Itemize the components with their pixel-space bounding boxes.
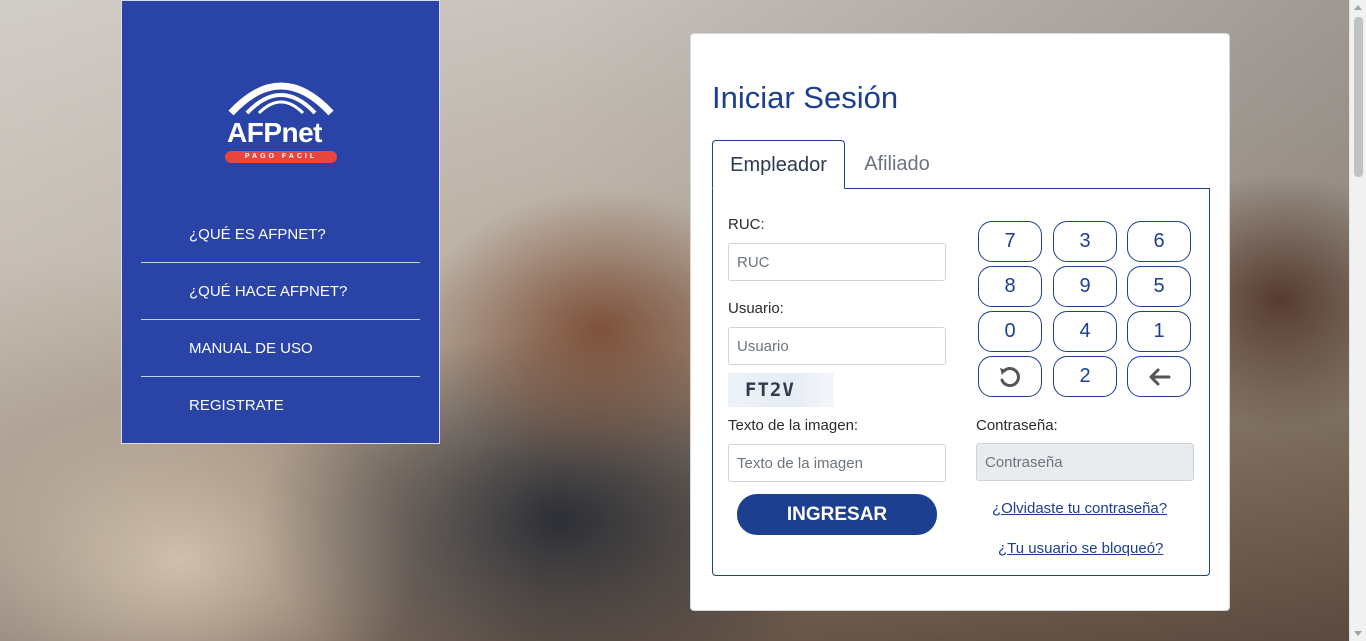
keypad-key[interactable]: 8 [978,266,1042,307]
sidebar: AFPnet PAGO FACIL ¿QUÉ ES AFPNET? ¿QUÉ H… [121,0,440,444]
ruc-input[interactable] [728,243,946,281]
backspace-icon [1149,368,1171,386]
keypad-key[interactable]: 3 [1053,221,1117,262]
usuario-label: Usuario: [728,300,784,317]
keypad-reset-button[interactable] [978,356,1042,397]
locked-user-link[interactable]: ¿Tu usuario se bloqueó? [998,540,1163,557]
sidebar-item-que-hace[interactable]: ¿QUÉ HACE AFPNET? [141,263,420,320]
keypad-key[interactable]: 0 [978,311,1042,352]
keypad-key[interactable]: 6 [1127,221,1191,262]
sidebar-nav: ¿QUÉ ES AFPNET? ¿QUÉ HACE AFPNET? MANUAL… [141,206,420,434]
keypad-key[interactable]: 1 [1127,311,1191,352]
keypad-backspace-button[interactable] [1127,356,1191,397]
texto-imagen-label: Texto de la imagen: [728,417,859,434]
ruc-label: RUC: [728,216,765,233]
keypad-key[interactable]: 7 [978,221,1042,262]
login-form-panel: RUC: Usuario: FT2V Texto de la imagen: I… [712,188,1210,576]
page-scrollbar[interactable] [1349,0,1366,641]
sidebar-item-registrate[interactable]: REGISTRATE [141,377,420,434]
keypad-key[interactable]: 5 [1127,266,1191,307]
keypad-key[interactable]: 2 [1053,356,1117,397]
scroll-up-icon[interactable] [1354,5,1362,10]
tab-empleador[interactable]: Empleador [712,140,845,189]
afpnet-logo[interactable]: AFPnet PAGO FACIL [225,75,337,167]
captcha-input[interactable] [728,444,946,482]
logo-brand-text: AFPnet [227,117,323,148]
tab-afiliado[interactable]: Afiliado [846,140,948,189]
sidebar-item-que-es[interactable]: ¿QUÉ ES AFPNET? [141,206,420,263]
scrollbar-thumb[interactable] [1354,17,1363,177]
sidebar-item-manual[interactable]: MANUAL DE USO [141,320,420,377]
keypad-key[interactable]: 4 [1053,311,1117,352]
forgot-password-link[interactable]: ¿Olvidaste tu contraseña? [992,500,1167,517]
logo-tagline: PAGO FACIL [225,151,337,163]
page-title: Iniciar Sesión [712,80,899,115]
ingresar-button[interactable]: INGRESAR [737,494,937,535]
keypad-key[interactable]: 9 [1053,266,1117,307]
captcha-image: FT2V [728,373,834,407]
password-field[interactable] [976,443,1194,481]
reset-icon [1000,367,1020,388]
logo-arch-icon [228,82,334,116]
scroll-down-icon[interactable] [1354,631,1362,636]
login-card: Iniciar Sesión Empleador Afiliado RUC: U… [690,33,1230,611]
contrasena-label: Contraseña: [976,417,1058,434]
usuario-input[interactable] [728,327,946,365]
